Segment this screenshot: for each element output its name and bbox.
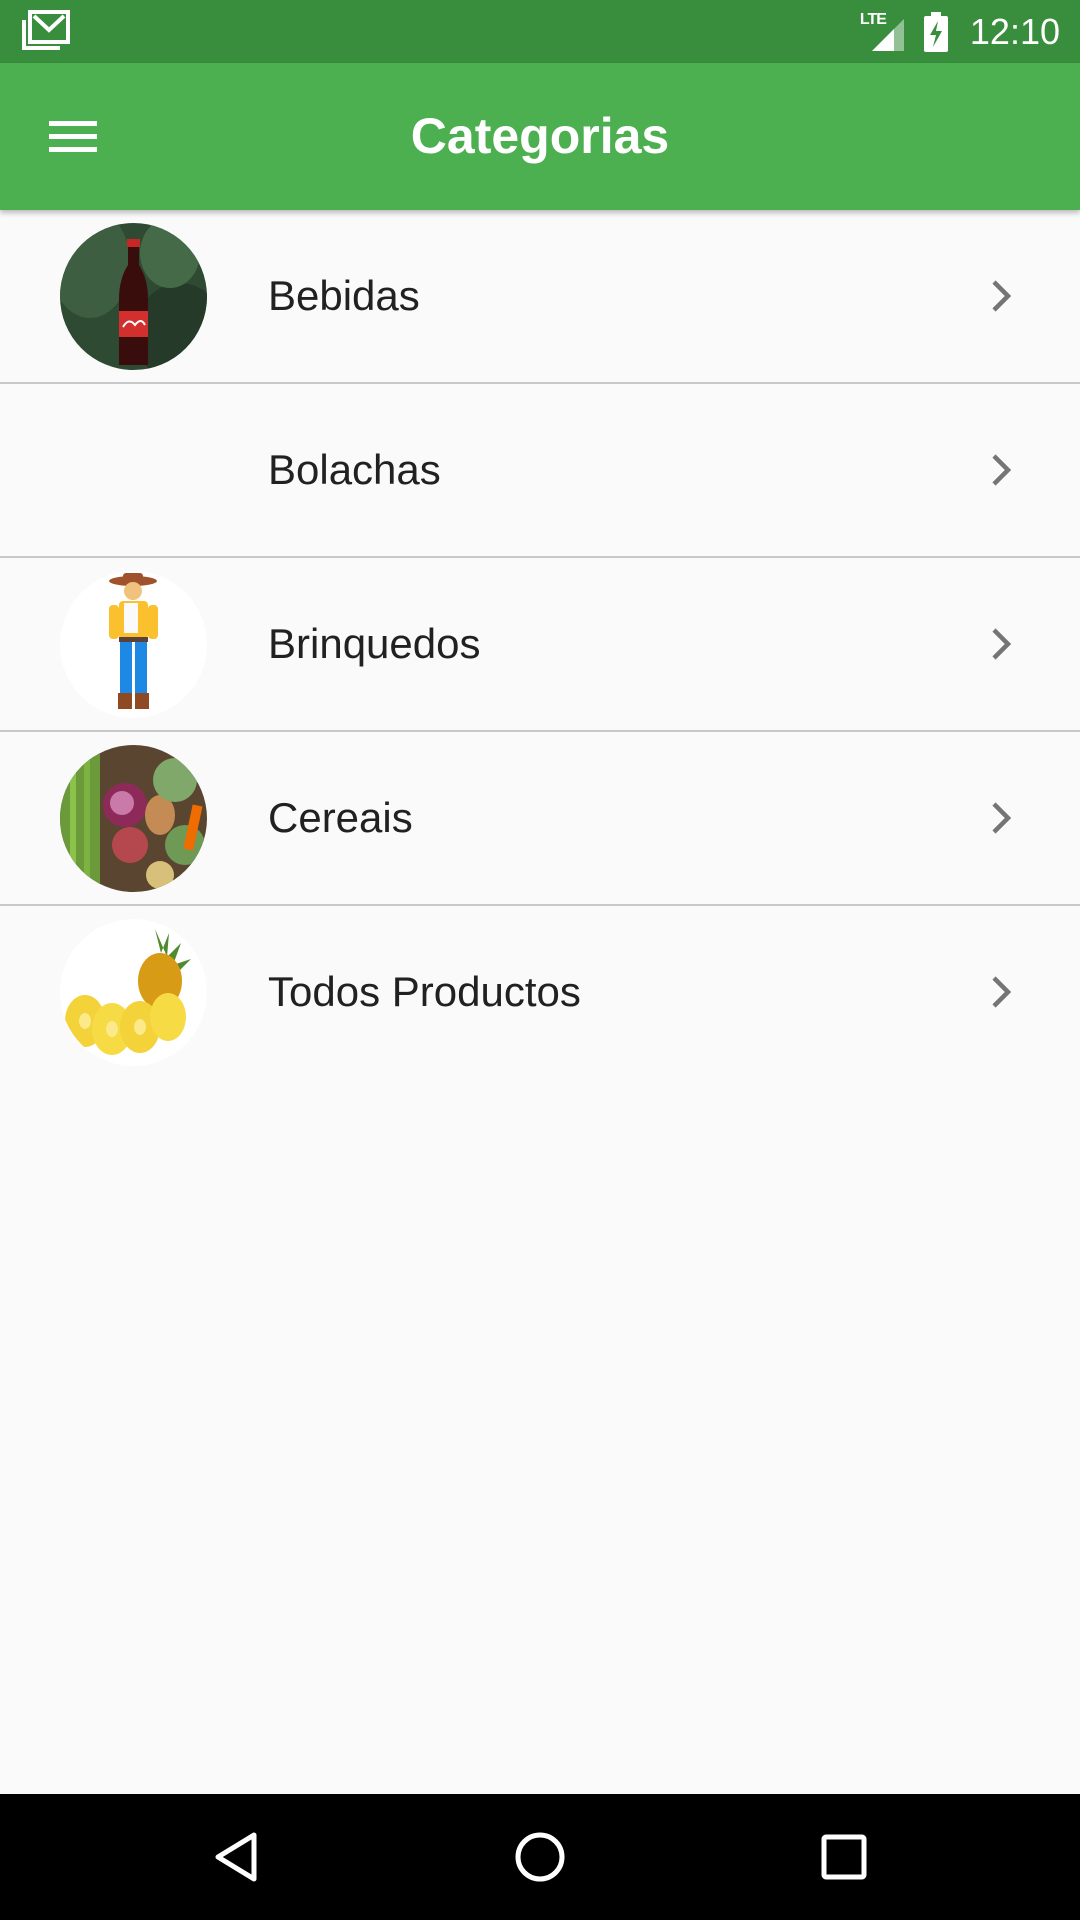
battery-charging-icon <box>922 11 950 52</box>
chevron-right-icon <box>992 628 1012 660</box>
vegetables-image <box>60 745 207 892</box>
category-row-brinquedos[interactable]: Brinquedos <box>0 558 1080 732</box>
gmail-stack-icon <box>22 10 72 52</box>
home-circle-icon[interactable] <box>510 1827 570 1887</box>
category-label: Todos Productos <box>268 968 581 1015</box>
category-label: Brinquedos <box>268 620 481 667</box>
recents-square-icon[interactable] <box>814 1827 874 1887</box>
chevron-right-icon <box>992 802 1012 834</box>
chevron-right-icon <box>992 280 1012 312</box>
status-bar: LTE 12:10 <box>0 0 1080 63</box>
signal-icon: LTE <box>860 11 908 53</box>
category-list: Bebidas Bolachas Brinquedos Cereais Todo… <box>0 210 1080 1078</box>
pineapple-image <box>60 919 207 1066</box>
status-icons: LTE 12:10 <box>860 0 1060 63</box>
chevron-right-icon <box>992 454 1012 486</box>
category-row-bolachas[interactable]: Bolachas <box>0 384 1080 558</box>
category-label: Bebidas <box>268 272 420 319</box>
coca-cola-bottle-image <box>60 223 207 370</box>
woody-toy-image <box>60 571 207 718</box>
screen: LTE 12:10 Categorias Bebidas Bolachas Br… <box>0 0 1080 1920</box>
category-row-todos-productos[interactable]: Todos Productos <box>0 906 1080 1078</box>
category-label: Bolachas <box>268 446 441 493</box>
category-label: Cereais <box>268 794 413 841</box>
page-title: Categorias <box>410 108 670 164</box>
back-triangle-icon[interactable] <box>206 1827 266 1887</box>
navigation-bar <box>0 1794 1080 1920</box>
category-row-cereais[interactable]: Cereais <box>0 732 1080 906</box>
category-row-bebidas[interactable]: Bebidas <box>0 210 1080 384</box>
app-bar: Categorias <box>0 63 1080 210</box>
status-time: 12:10 <box>969 10 1060 52</box>
chevron-right-icon <box>992 976 1012 1008</box>
